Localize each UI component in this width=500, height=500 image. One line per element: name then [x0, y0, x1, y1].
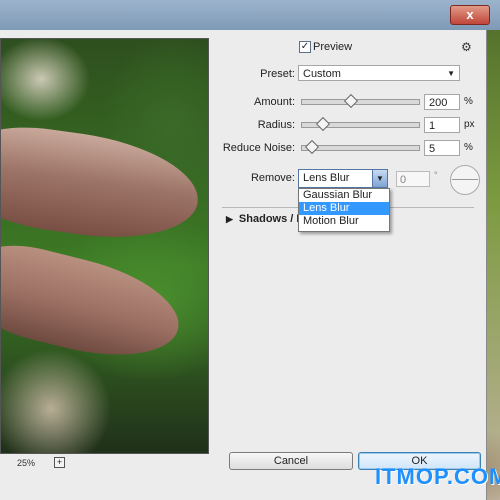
radius-input[interactable]: 1	[424, 117, 460, 133]
close-button[interactable]: x	[450, 5, 490, 25]
remove-dropdown-menu: Gaussian Blur Lens Blur Motion Blur	[298, 188, 390, 232]
amount-slider[interactable]	[301, 93, 420, 109]
zoom-in-button[interactable]: +	[54, 457, 65, 468]
amount-unit: %	[464, 96, 473, 107]
reduce-noise-label: Reduce Noise:	[222, 142, 295, 154]
radius-unit: px	[464, 119, 475, 130]
preview-label: Preview	[313, 41, 353, 53]
radius-label: Radius:	[257, 119, 295, 131]
remove-select[interactable]: Lens Blur ▼	[298, 169, 388, 188]
amount-input[interactable]: 200	[424, 94, 460, 110]
remove-option-motion-blur[interactable]: Motion Blur	[299, 215, 389, 228]
radius-slider[interactable]	[301, 116, 420, 132]
watermark: ITMOP.COM	[375, 464, 500, 489]
chevron-down-icon: ▼	[447, 69, 455, 78]
remove-option-gaussian-blur[interactable]: Gaussian Blur	[299, 189, 389, 202]
expand-triangle-icon: ▶	[226, 214, 233, 224]
amount-label: Amount:	[254, 96, 295, 108]
preview-checkbox[interactable]: ✓	[299, 41, 311, 53]
zoom-level: 25%	[17, 458, 36, 468]
remove-option-lens-blur[interactable]: Lens Blur	[299, 202, 389, 215]
preset-select[interactable]: Custom ▼	[298, 65, 460, 81]
shadows-highlights-toggle[interactable]: ▶ Shadows / H	[226, 213, 304, 225]
reduce-noise-unit: %	[464, 142, 473, 153]
reduce-noise-slider[interactable]	[301, 139, 420, 155]
gear-icon[interactable]: ⚙	[461, 40, 472, 54]
remove-label: Remove:	[250, 172, 295, 184]
window-titlebar: x	[0, 0, 500, 30]
preset-label: Preset:	[260, 68, 295, 80]
shadows-highlights-label: Shadows / H	[238, 213, 305, 225]
reduce-noise-input[interactable]: 5	[424, 140, 460, 156]
chevron-down-icon: ▼	[372, 170, 387, 187]
angle-input[interactable]: 0	[396, 171, 430, 187]
angle-dial[interactable]	[450, 165, 480, 195]
cancel-button[interactable]: Cancel	[229, 452, 353, 470]
angle-unit: °	[434, 170, 438, 180]
remove-value: Lens Blur	[303, 172, 350, 184]
preset-value: Custom	[303, 68, 341, 80]
